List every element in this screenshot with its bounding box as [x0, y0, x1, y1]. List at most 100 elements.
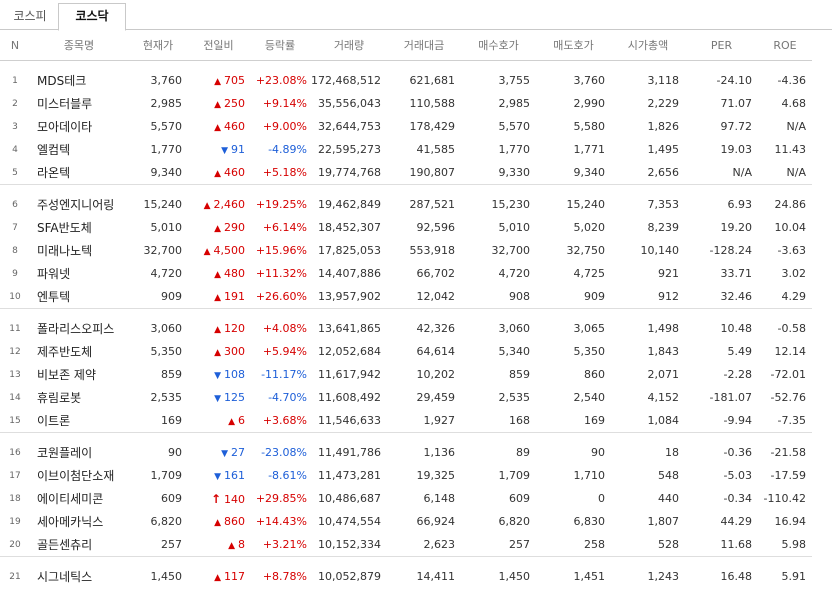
stock-name-link[interactable]: SFA반도체 — [30, 216, 128, 239]
volume-cell: 10,152,334 — [318, 538, 381, 551]
stock-name-link[interactable]: 세아메카닉스 — [30, 510, 128, 533]
limit-up-arrow-icon: ↑ — [210, 491, 221, 506]
stock-name-link[interactable]: 주성엔지니어링 — [30, 193, 128, 216]
stock-name-link[interactable]: 골든센츄리 — [30, 533, 128, 557]
table-row[interactable]: 17 이브이첨단소재 1,709 ▼ 161 -8.61% 11,473,281 19,325… — [0, 464, 812, 487]
group-spacer — [0, 557, 812, 565]
per-cell: -0.34 — [723, 492, 752, 505]
up-arrow-icon: ▲ — [214, 293, 221, 303]
stock-name-link[interactable]: 모아데이타 — [30, 115, 128, 138]
bid-cell: 89 — [516, 446, 530, 459]
price-cell: 1,450 — [150, 570, 183, 583]
roe-cell: 16.94 — [774, 515, 807, 528]
volume-cell: 35,556,043 — [318, 97, 381, 110]
stock-name-link[interactable]: 미스터블루 — [30, 92, 128, 115]
header-name: 종목명 — [30, 30, 128, 61]
amount-cell: 29,459 — [416, 391, 456, 404]
change-cell: ▲ 460 — [188, 115, 249, 138]
amount-cell: 41,585 — [416, 143, 456, 156]
stock-name-link[interactable]: 시그네틱스 — [30, 565, 128, 588]
bid-cell: 1,709 — [498, 469, 531, 482]
header-n: N — [0, 30, 30, 61]
per-cell: 44.29 — [720, 515, 753, 528]
change-cell: ▲ 300 — [188, 340, 249, 363]
table-row[interactable]: 10 엔투텍 909 ▲ 191 +26.60% 13,957,902 12,042 908 90… — [0, 285, 812, 309]
table-row[interactable]: 1 MDS테크 3,760 ▲ 705 +23.08% 172,468,512 621,681… — [0, 69, 812, 92]
stock-name-link[interactable]: 미래나노텍 — [30, 239, 128, 262]
bid-cell: 2,535 — [498, 391, 531, 404]
stock-name-link[interactable]: 폴라리스오피스 — [30, 317, 128, 340]
table-row[interactable]: 15 이트론 169 ▲ 6 +3.68% 11,546,633 1,927 168 169 1,0… — [0, 409, 812, 433]
rate-cell: -23.08% — [261, 446, 307, 459]
bid-cell: 257 — [509, 538, 530, 551]
row-number: 5 — [12, 167, 18, 178]
tab-kospi[interactable]: 코스피 — [6, 4, 54, 28]
volume-cell: 11,617,942 — [318, 368, 381, 381]
table-row[interactable]: 5 라온텍 9,340 ▲ 460 +5.18% 19,774,768 190,807 9,33… — [0, 161, 812, 185]
volume-cell: 14,407,886 — [318, 267, 381, 280]
change-value: 6 — [238, 414, 245, 427]
bid-cell: 908 — [509, 290, 530, 303]
stock-name-link[interactable]: 라온텍 — [30, 161, 128, 185]
table-row[interactable]: 6 주성엔지니어링 15,240 ▲ 2,460 +19.25% 19,462,849 287… — [0, 193, 812, 216]
bid-cell: 859 — [509, 368, 530, 381]
stock-name-link[interactable]: 엘컴텍 — [30, 138, 128, 161]
row-number: 19 — [9, 516, 21, 527]
up-arrow-icon: ▲ — [228, 417, 235, 427]
bid-cell: 168 — [509, 414, 530, 427]
price-cell: 32,700 — [143, 244, 183, 257]
table-row[interactable]: 18 에이티세미콘 609 ↑ 140 +29.85% 10,486,687 6,148 609… — [0, 487, 812, 510]
table-row[interactable]: 3 모아데이타 5,570 ▲ 460 +9.00% 32,644,753 178,429 5,… — [0, 115, 812, 138]
stock-name-link[interactable]: 이트론 — [30, 409, 128, 433]
stock-name-link[interactable]: 코원플레이 — [30, 441, 128, 464]
row-number: 8 — [12, 245, 18, 256]
per-cell: -9.94 — [723, 414, 752, 427]
price-cell: 3,060 — [150, 322, 183, 335]
change-value: 290 — [224, 221, 245, 234]
table-row[interactable]: 21 시그네틱스 1,450 ▲ 117 +8.78% 10,052,879 14,411 1,… — [0, 565, 812, 588]
price-cell: 9,340 — [150, 166, 183, 179]
volume-cell: 11,473,281 — [318, 469, 381, 482]
rate-cell: +26.60% — [255, 290, 307, 303]
roe-cell: N/A — [786, 120, 806, 133]
tab-kosdaq[interactable]: 코스닥 — [58, 3, 126, 31]
market-tabs: 코스피 코스닥 — [0, 0, 832, 31]
per-cell: -5.03 — [723, 469, 752, 482]
per-cell: -24.10 — [716, 74, 752, 87]
table-row[interactable]: 20 골든센츄리 257 ▲ 8 +3.21% 10,152,334 2,623 257 258 5… — [0, 533, 812, 557]
ask-cell: 90 — [591, 446, 605, 459]
table-row[interactable]: 8 미래나노텍 32,700 ▲ 4,500 +15.96% 17,825,053 553,9… — [0, 239, 812, 262]
ask-cell: 5,350 — [573, 345, 606, 358]
table-row[interactable]: 16 코원플레이 90 ▼ 27 -23.08% 11,491,786 1,136 89 90 18… — [0, 441, 812, 464]
down-arrow-icon: ▼ — [214, 472, 221, 482]
table-row[interactable]: 9 파워넷 4,720 ▲ 480 +11.32% 14,407,886 66,702 4,72… — [0, 262, 812, 285]
table-row[interactable]: 19 세아메카닉스 6,820 ▲ 860 +14.43% 10,474,554 66,924… — [0, 510, 812, 533]
up-arrow-icon: ▲ — [214, 518, 221, 528]
amount-cell: 178,429 — [409, 120, 456, 133]
table-row[interactable]: 11 폴라리스오피스 3,060 ▲ 120 +4.08% 13,641,865 42,326… — [0, 317, 812, 340]
stock-name-link[interactable]: 파워넷 — [30, 262, 128, 285]
table-row[interactable]: 7 SFA반도체 5,010 ▲ 290 +6.14% 18,452,307 92,596 5,… — [0, 216, 812, 239]
table-row[interactable]: 2 미스터블루 2,985 ▲ 250 +9.14% 35,556,043 110,588 2,… — [0, 92, 812, 115]
table-row[interactable]: 14 휴림로봇 2,535 ▼ 125 -4.70% 11,608,492 29,459 2,5… — [0, 386, 812, 409]
amount-cell: 190,807 — [409, 166, 456, 179]
stock-name-link[interactable]: 비보존 제약 — [30, 363, 128, 386]
per-cell: -0.36 — [723, 446, 752, 459]
stock-name-link[interactable]: 휴림로봇 — [30, 386, 128, 409]
row-number: 18 — [9, 493, 21, 504]
table-row[interactable]: 4 엘컴텍 1,770 ▼ 91 -4.89% 22,595,273 41,585 1,770 1… — [0, 138, 812, 161]
stock-name-link[interactable]: 엔투텍 — [30, 285, 128, 309]
roe-cell: 24.86 — [774, 198, 807, 211]
stock-name-link[interactable]: 에이티세미콘 — [30, 487, 128, 510]
stock-name-link[interactable]: 제주반도체 — [30, 340, 128, 363]
stock-name-link[interactable]: MDS테크 — [30, 69, 128, 92]
table-row[interactable]: 13 비보존 제약 859 ▼ 108 -11.17% 11,617,942 10,202 85… — [0, 363, 812, 386]
volume-cell: 19,462,849 — [318, 198, 381, 211]
price-cell: 169 — [161, 414, 182, 427]
stock-name-link[interactable]: 이브이첨단소재 — [30, 464, 128, 487]
header-cap: 시가총액 — [611, 30, 685, 61]
bid-cell: 2,985 — [498, 97, 531, 110]
table-row[interactable]: 12 제주반도체 5,350 ▲ 300 +5.94% 12,052,684 64,614 5,… — [0, 340, 812, 363]
change-cell: ▲ 860 — [188, 510, 249, 533]
change-cell: ▲ 250 — [188, 92, 249, 115]
